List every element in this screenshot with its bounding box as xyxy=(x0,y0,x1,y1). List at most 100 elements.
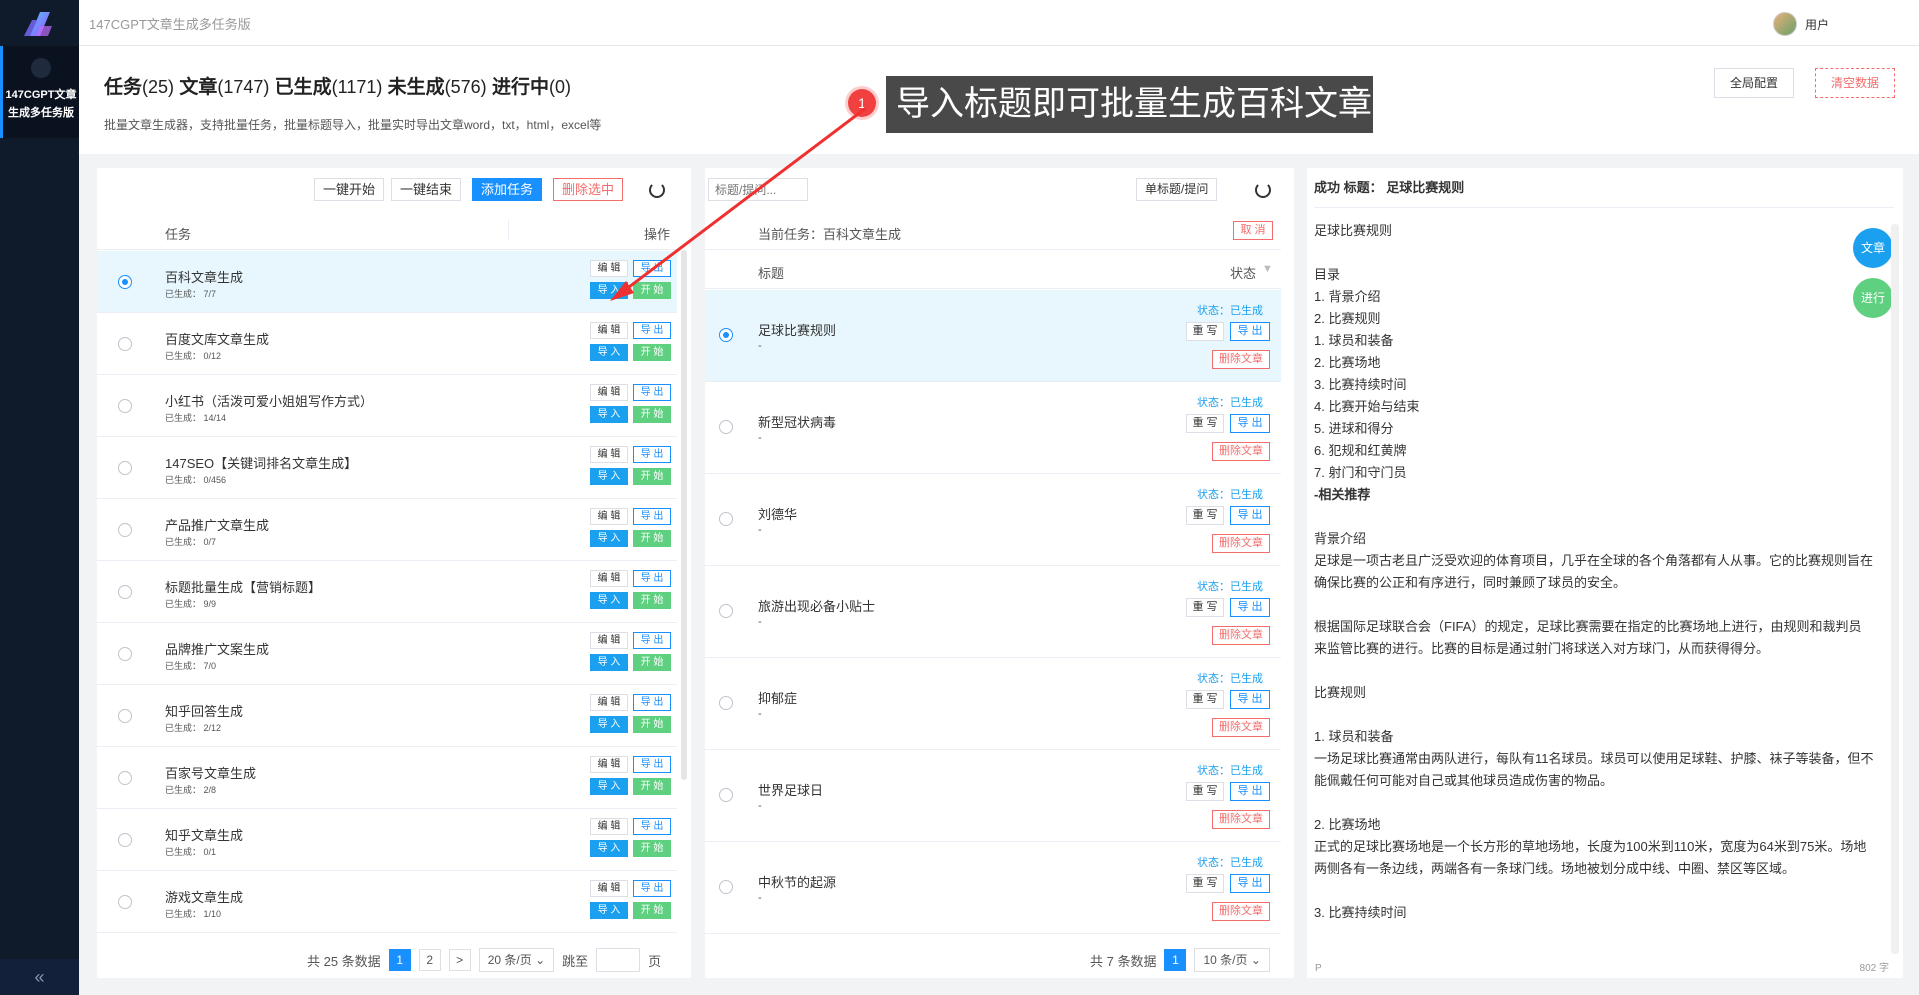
end-all-button[interactable]: 一键结束 xyxy=(391,178,462,201)
export-button[interactable]: 导 出 xyxy=(1230,690,1270,709)
delete-article-button[interactable]: 删除文章 xyxy=(1212,902,1270,921)
edit-button[interactable]: 编 辑 xyxy=(590,384,628,401)
row-radio[interactable] xyxy=(118,585,132,599)
article-content[interactable]: 足球比赛规则 目录 1. 背景介绍 2. 比赛规则 1. 球员和装备 2. 比赛场地 3. … xyxy=(1314,220,1874,924)
edit-button[interactable]: 编 辑 xyxy=(590,880,628,897)
export-button[interactable]: 导 出 xyxy=(1230,506,1270,525)
list-item[interactable]: 刘德华 - 状态：已生成重 写导 出删除文章 xyxy=(705,474,1281,566)
import-button[interactable]: 导 入 xyxy=(590,716,628,733)
delete-article-button[interactable]: 删除文章 xyxy=(1212,626,1270,645)
table-row[interactable]: 标题批量生成【营销标题】 已生成： 9/9 编 辑导 出导 入开 始 xyxy=(97,561,677,623)
delete-article-button[interactable]: 删除文章 xyxy=(1212,810,1270,829)
table-row[interactable]: 产品推广文章生成 已生成： 0/7 编 辑导 出导 入开 始 xyxy=(97,499,677,561)
page-1-button[interactable]: 1 xyxy=(388,949,411,971)
rewrite-button[interactable]: 重 写 xyxy=(1186,782,1224,801)
row-radio[interactable] xyxy=(719,696,733,710)
refresh-icon[interactable] xyxy=(649,182,665,198)
edit-button[interactable]: 编 辑 xyxy=(590,694,628,711)
edit-button[interactable]: 编 辑 xyxy=(590,632,628,649)
export-button[interactable]: 导 出 xyxy=(633,570,671,587)
list-item[interactable]: 中秋节的起源 - 状态：已生成重 写导 出删除文章 xyxy=(705,842,1281,934)
export-button[interactable]: 导 出 xyxy=(633,756,671,773)
row-radio[interactable] xyxy=(118,647,132,661)
filter-icon[interactable]: ▼ xyxy=(1262,263,1273,275)
start-button[interactable]: 开 始 xyxy=(633,654,671,671)
table-row[interactable]: 百家号文章生成 已生成： 2/8 编 辑导 出导 入开 始 xyxy=(97,747,677,809)
export-button[interactable]: 导 出 xyxy=(633,632,671,649)
list-item[interactable]: 世界足球日 - 状态：已生成重 写导 出删除文章 xyxy=(705,750,1281,842)
start-button[interactable]: 开 始 xyxy=(633,344,671,361)
table-row[interactable]: 小红书（活泼可爱小姐姐写作方式） 已生成： 14/14 编 辑导 出导 入开 始 xyxy=(97,375,677,437)
table-row[interactable]: 知乎文章生成 已生成： 0/1 编 辑导 出导 入开 始 xyxy=(97,809,677,871)
table-row[interactable]: 147SEO【关键词排名文章生成】 已生成： 0/456 编 辑导 出导 入开 始 xyxy=(97,437,677,499)
sidebar-item-task-generator[interactable]: 147CGPT文章生成多任务版 xyxy=(0,46,79,138)
export-button[interactable]: 导 出 xyxy=(1230,874,1270,893)
export-button[interactable]: 导 出 xyxy=(633,880,671,897)
import-button[interactable]: 导 入 xyxy=(590,282,628,299)
row-radio[interactable] xyxy=(118,275,132,289)
row-radio[interactable] xyxy=(719,880,733,894)
add-task-button[interactable]: 添加任务 xyxy=(472,178,543,201)
edit-button[interactable]: 编 辑 xyxy=(590,818,628,835)
row-radio[interactable] xyxy=(118,399,132,413)
row-radio[interactable] xyxy=(719,328,733,342)
row-radio[interactable] xyxy=(118,709,132,723)
start-button[interactable]: 开 始 xyxy=(633,592,671,609)
import-button[interactable]: 导 入 xyxy=(590,654,628,671)
start-button[interactable]: 开 始 xyxy=(633,902,671,919)
start-button[interactable]: 开 始 xyxy=(633,840,671,857)
export-button[interactable]: 导 出 xyxy=(633,322,671,339)
start-button[interactable]: 开 始 xyxy=(633,778,671,795)
start-button[interactable]: 开 始 xyxy=(633,282,671,299)
page-size-select[interactable]: 10 条/页 ⌄ xyxy=(1194,948,1270,972)
import-button[interactable]: 导 入 xyxy=(590,468,628,485)
import-button[interactable]: 导 入 xyxy=(590,778,628,795)
cancel-button[interactable]: 取 消 xyxy=(1233,221,1273,240)
clear-data-button[interactable]: 清空数据 xyxy=(1814,68,1895,98)
row-radio[interactable] xyxy=(719,512,733,526)
row-radio[interactable] xyxy=(118,771,132,785)
row-radio[interactable] xyxy=(118,461,132,475)
export-button[interactable]: 导 出 xyxy=(633,694,671,711)
rewrite-button[interactable]: 重 写 xyxy=(1186,322,1224,341)
table-row[interactable]: 百科文章生成 已生成： 7/7 编 辑导 出导 入开 始 xyxy=(97,251,677,313)
export-button[interactable]: 导 出 xyxy=(1230,782,1270,801)
edit-button[interactable]: 编 辑 xyxy=(590,446,628,463)
page-size-select[interactable]: 20 条/页 ⌄ xyxy=(478,948,555,972)
rewrite-button[interactable]: 重 写 xyxy=(1186,690,1224,709)
edit-button[interactable]: 编 辑 xyxy=(590,322,628,339)
start-button[interactable]: 开 始 xyxy=(633,406,671,423)
rewrite-button[interactable]: 重 写 xyxy=(1186,874,1224,893)
list-item[interactable]: 抑郁症 - 状态：已生成重 写导 出删除文章 xyxy=(705,658,1281,750)
start-button[interactable]: 开 始 xyxy=(633,530,671,547)
start-button[interactable]: 开 始 xyxy=(633,716,671,733)
import-button[interactable]: 导 入 xyxy=(590,406,628,423)
next-page-button[interactable]: > xyxy=(448,949,471,971)
export-button[interactable]: 导 出 xyxy=(633,446,671,463)
list-item[interactable]: 新型冠状病毒 - 状态：已生成重 写导 出删除文章 xyxy=(705,382,1281,474)
import-button[interactable]: 导 入 xyxy=(590,902,628,919)
title-search-input[interactable] xyxy=(708,178,808,201)
export-button[interactable]: 导 出 xyxy=(633,818,671,835)
jump-page-input[interactable] xyxy=(596,948,641,972)
export-button[interactable]: 导 出 xyxy=(633,260,671,277)
export-button[interactable]: 导 出 xyxy=(1230,598,1270,617)
edit-button[interactable]: 编 辑 xyxy=(590,260,628,277)
export-button[interactable]: 导 出 xyxy=(1230,414,1270,433)
start-button[interactable]: 开 始 xyxy=(633,468,671,485)
rewrite-button[interactable]: 重 写 xyxy=(1186,506,1224,525)
row-radio[interactable] xyxy=(719,604,733,618)
tasks-scrollbar[interactable] xyxy=(681,250,687,780)
export-button[interactable]: 导 出 xyxy=(633,384,671,401)
delete-article-button[interactable]: 删除文章 xyxy=(1212,534,1270,553)
delete-article-button[interactable]: 删除文章 xyxy=(1212,350,1270,369)
collapse-sidebar-button[interactable]: « xyxy=(0,959,79,995)
page-2-button[interactable]: 2 xyxy=(418,949,441,971)
import-button[interactable]: 导 入 xyxy=(590,840,628,857)
single-title-button[interactable]: 单标题/提问 xyxy=(1136,178,1218,201)
import-button[interactable]: 导 入 xyxy=(590,344,628,361)
delete-article-button[interactable]: 删除文章 xyxy=(1212,718,1270,737)
row-radio[interactable] xyxy=(719,788,733,802)
delete-article-button[interactable]: 删除文章 xyxy=(1212,442,1270,461)
avatar[interactable] xyxy=(1772,12,1797,36)
